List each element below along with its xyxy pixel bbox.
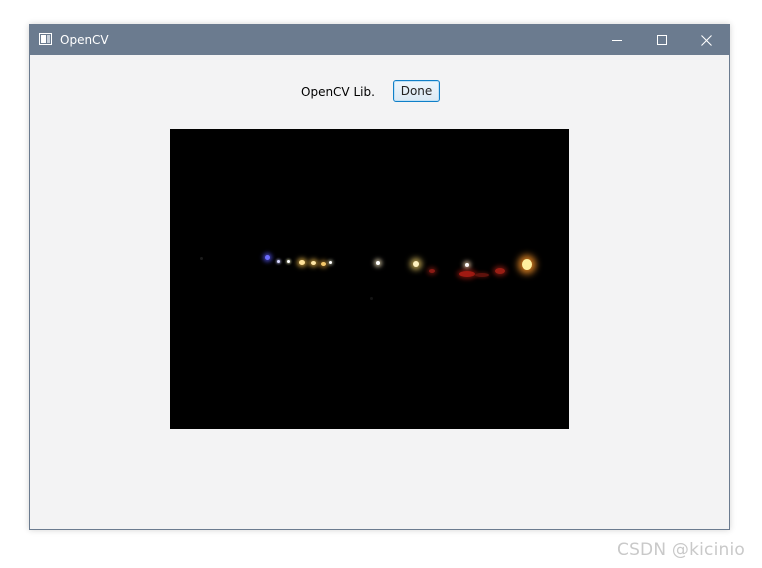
minimize-button[interactable] — [594, 25, 639, 55]
camera-image-view — [170, 129, 569, 429]
light-red — [475, 273, 489, 277]
done-button[interactable]: Done — [393, 80, 440, 102]
light-blue — [265, 255, 270, 260]
light-yellow — [299, 260, 305, 265]
light-small — [287, 260, 290, 263]
light-small — [277, 260, 280, 263]
light-small — [329, 261, 332, 264]
title-bar[interactable]: OpenCV — [30, 25, 729, 55]
minimize-icon — [611, 40, 622, 41]
library-label: OpenCV Lib. — [301, 85, 375, 99]
window-title: OpenCV — [60, 33, 109, 47]
light-white — [376, 261, 380, 265]
light-red — [459, 271, 475, 277]
light-red — [495, 268, 505, 274]
light-yellow — [321, 262, 326, 266]
close-icon — [701, 34, 712, 46]
light-white — [465, 263, 469, 267]
light-red — [429, 269, 435, 273]
close-button[interactable] — [684, 25, 729, 55]
light-dim — [200, 257, 203, 260]
light-dim — [370, 297, 373, 300]
maximize-icon — [656, 35, 667, 45]
light-orange — [522, 259, 532, 270]
watermark-text: CSDN @kicinio — [617, 540, 746, 560]
maximize-button[interactable] — [639, 25, 684, 55]
opencv-window: OpenCV OpenCV Lib. Done — [29, 24, 730, 530]
light-yellow — [413, 261, 419, 267]
window-content: OpenCV Lib. Done — [30, 55, 729, 529]
window-app-icon — [39, 33, 52, 45]
light-yellow — [311, 261, 316, 265]
